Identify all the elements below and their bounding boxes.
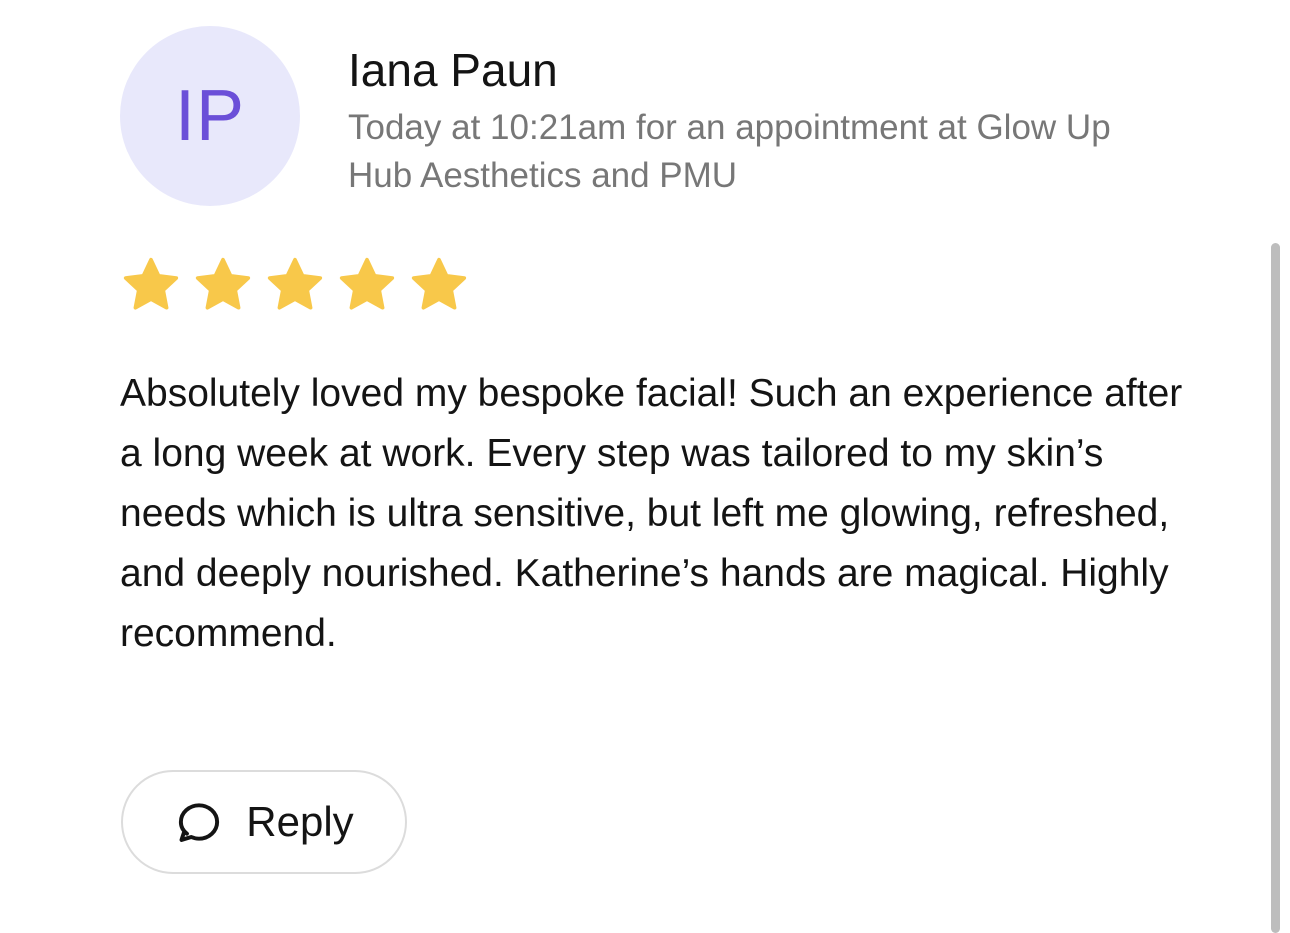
star-icon <box>195 257 251 310</box>
reply-label: Reply <box>246 798 354 845</box>
star-rating <box>120 254 470 316</box>
star-icon <box>267 257 323 310</box>
star-icon <box>339 257 395 310</box>
star-icon <box>123 257 179 310</box>
star-icon <box>411 257 467 310</box>
reply-button[interactable]: Reply <box>121 770 407 874</box>
scrollbar-thumb[interactable] <box>1271 243 1280 933</box>
review-text: Absolutely loved my bespoke facial! Such… <box>120 372 1183 655</box>
reviewer-name: Iana Paun <box>348 44 558 96</box>
avatar: IP <box>120 26 300 206</box>
avatar-initials: IP <box>174 76 246 156</box>
review-meta: Today at 10:21am for an appointment at G… <box>348 108 1111 195</box>
speech-bubble-icon <box>179 803 220 842</box>
